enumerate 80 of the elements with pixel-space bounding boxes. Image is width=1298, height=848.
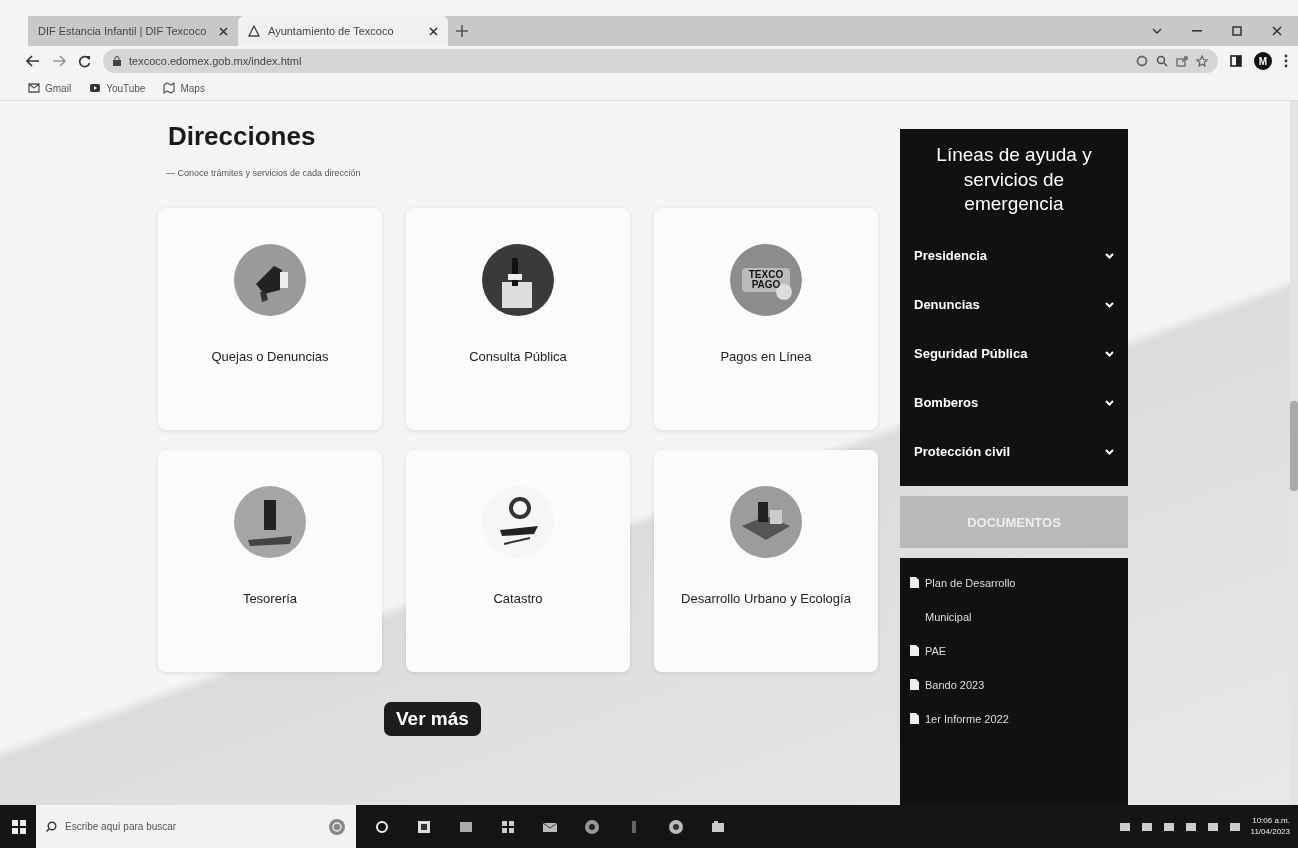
bookmark-link[interactable]: Maps <box>163 82 205 94</box>
chevron-down-icon <box>1105 350 1114 357</box>
warning-icon <box>248 25 260 37</box>
reload-icon[interactable] <box>78 54 91 68</box>
document-link[interactable]: Plan de Desarrollo Municipal <box>925 566 1055 635</box>
video-icon <box>89 82 102 94</box>
map-icon <box>163 82 176 94</box>
profile-avatar[interactable]: M <box>1254 52 1272 70</box>
document-link[interactable]: Bando 2023 <box>925 668 985 703</box>
lock-icon <box>113 56 121 66</box>
sidebar-icon[interactable] <box>1230 55 1242 67</box>
help-line-item[interactable]: Bomberos <box>914 378 1114 428</box>
maximize-icon[interactable] <box>1232 26 1242 36</box>
card-label: Catastro <box>493 590 543 608</box>
windows-start-icon[interactable] <box>12 819 26 834</box>
service-illustration <box>730 244 802 316</box>
help-line-item[interactable]: Presidencia <box>914 231 1114 281</box>
address-bar[interactable]: texcoco.edomex.gob.mx/index.html <box>103 49 1218 73</box>
card-label: Consulta Pública <box>469 348 567 366</box>
panel-title: Líneas de ayuda y servicios de emergencia <box>935 143 1093 217</box>
document-icon <box>910 645 919 657</box>
app-icon[interactable] <box>500 818 516 835</box>
search-placeholder: Escribe aquí para buscar <box>65 821 178 832</box>
document-icon <box>910 577 919 589</box>
chevron-down-icon <box>1105 448 1114 455</box>
card-label: Desarrollo Urbano y Ecología <box>681 590 851 608</box>
service-card[interactable]: Catastro <box>406 450 630 672</box>
document-link[interactable]: PAE <box>925 634 947 669</box>
new-tab-icon[interactable] <box>456 25 468 37</box>
app-icon[interactable] <box>416 818 432 835</box>
bookmark-link[interactable]: Gmail <box>28 82 72 94</box>
logo-text: TEXCO PAGO <box>747 270 785 290</box>
minimize-icon[interactable] <box>1192 30 1202 32</box>
star-icon[interactable] <box>1196 55 1208 67</box>
assistant-icon <box>328 817 346 836</box>
more-icon[interactable] <box>1284 54 1288 68</box>
chevron-down-icon[interactable] <box>1152 28 1162 34</box>
service-card[interactable]: Consulta Pública <box>406 208 630 430</box>
more-button[interactable]: Ver más <box>384 702 481 736</box>
service-illustration <box>234 244 306 316</box>
card-label: Quejas o Denuncias <box>211 348 329 366</box>
share-icon[interactable] <box>1176 55 1188 67</box>
close-icon[interactable] <box>429 26 438 36</box>
browser-icon[interactable] <box>584 818 600 835</box>
section-subtitle: — Conoce trámites y servicios de cada dirección <box>166 168 361 178</box>
close-icon[interactable] <box>219 26 228 36</box>
scrollbar-thumb[interactable] <box>1290 401 1298 491</box>
mail-icon <box>28 82 40 94</box>
back-icon[interactable] <box>26 55 40 67</box>
service-card[interactable]: TEXCO PAGO Pagos en Línea <box>654 208 878 430</box>
help-line-item[interactable]: Denuncias <box>914 280 1114 330</box>
forward-icon[interactable] <box>52 55 66 67</box>
search-icon <box>46 821 57 832</box>
search-icon[interactable] <box>1156 55 1168 67</box>
service-illustration <box>482 244 554 316</box>
service-card[interactable]: Tesorería <box>158 450 382 672</box>
taskbar-search-field[interactable]: Escribe aquí para buscar <box>36 805 356 848</box>
section-title: Direcciones <box>168 121 316 152</box>
chevron-down-icon <box>1105 252 1114 259</box>
chevron-down-icon <box>1105 399 1114 406</box>
service-card[interactable]: Desarrollo Urbano y Ecología <box>654 450 878 672</box>
help-line-item[interactable]: Seguridad Pública <box>914 329 1114 379</box>
browser-icon[interactable] <box>668 818 684 835</box>
taskbar-clock[interactable]: 10:06 a.m. 11/04/2023 <box>1250 816 1290 837</box>
card-label: Tesorería <box>242 590 298 608</box>
service-illustration <box>234 486 306 558</box>
document-link[interactable]: 1er Informe 2022 <box>925 702 1009 737</box>
help-line-item[interactable]: Protección civil <box>914 427 1114 477</box>
chevron-down-icon <box>1105 301 1114 308</box>
service-card[interactable]: Quejas o Denuncias <box>158 208 382 430</box>
document-icon <box>910 679 919 691</box>
close-icon[interactable] <box>1272 26 1282 36</box>
task-view-icon[interactable] <box>374 818 390 835</box>
url-text: texcoco.edomex.gob.mx/index.html <box>129 55 303 67</box>
browser-tab[interactable]: Ayuntamiento de Texcoco <box>238 16 448 46</box>
app-icon[interactable] <box>710 818 726 835</box>
card-label: Pagos en Línea <box>720 348 812 366</box>
service-illustration <box>730 486 802 558</box>
bookmark-link[interactable]: YouTube <box>89 82 146 94</box>
document-icon <box>910 713 919 725</box>
